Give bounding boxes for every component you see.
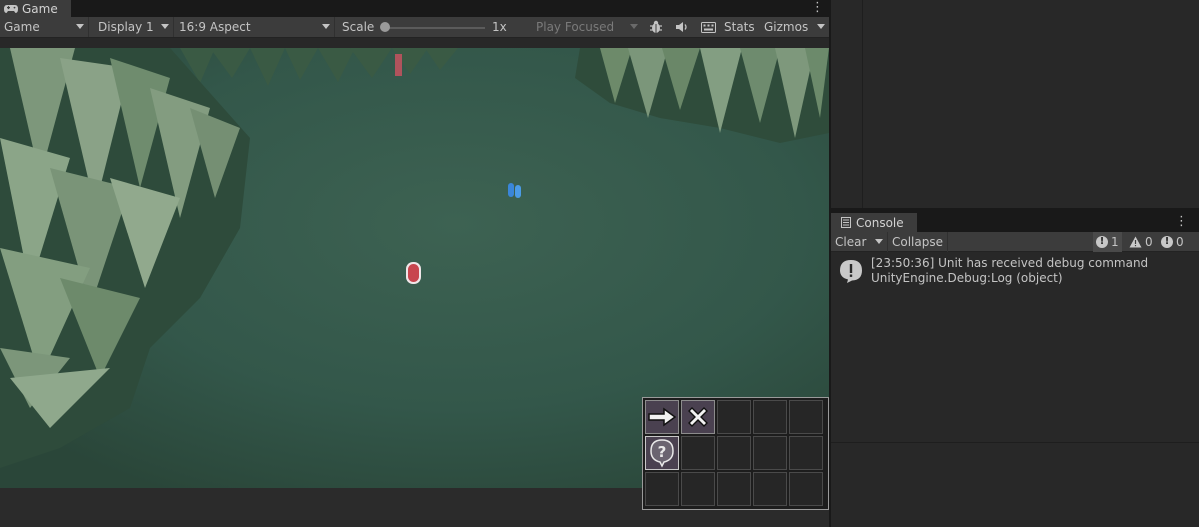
game-tab-bar: Game ⋮ — [0, 0, 829, 17]
stop-x-icon — [688, 407, 708, 427]
console-window: Console ⋮ Clear Collapse ! 1 0 ! 0 [23:5… — [831, 212, 1199, 527]
clear-button[interactable]: Clear — [835, 235, 866, 249]
inspector-body — [863, 0, 1199, 208]
scale-slider-handle[interactable] — [380, 22, 390, 32]
display-select[interactable]: Display 1 — [94, 17, 174, 37]
action-slot-empty[interactable] — [645, 472, 679, 506]
warning-icon — [1129, 236, 1142, 248]
action-slot-empty[interactable] — [789, 436, 823, 470]
action-slot-empty[interactable] — [753, 472, 787, 506]
console-log-entry[interactable]: [23:50:36] Unit has received debug comma… — [831, 253, 1199, 289]
info-speech-bubble-icon — [840, 260, 862, 283]
tab-console[interactable]: Console — [831, 213, 917, 232]
console-more-options-icon[interactable]: ⋮ — [1175, 215, 1188, 229]
frame-debugger-button[interactable] — [644, 17, 668, 37]
info-icon: ! — [1096, 236, 1108, 248]
console-toolbar: Clear Collapse ! 1 0 ! 0 — [831, 232, 1199, 252]
scale-label: Scale — [342, 20, 375, 34]
gizmos-button[interactable]: Gizmos — [761, 17, 811, 37]
action-slot-empty[interactable] — [789, 400, 823, 434]
tab-game-label: Game — [22, 1, 58, 16]
action-slot-empty[interactable] — [753, 400, 787, 434]
action-slot-empty[interactable] — [681, 472, 715, 506]
scale-value: 1x — [492, 20, 507, 34]
warning-filter-toggle[interactable]: 0 — [1126, 232, 1156, 252]
action-bar: ? — [642, 397, 829, 510]
warning-count: 0 — [1145, 235, 1153, 249]
error-filter-toggle[interactable]: ! 0 — [1158, 232, 1187, 252]
red-unit — [406, 262, 421, 284]
chevron-down-icon — [322, 24, 330, 29]
game-window: Game ⋮ Game Display 1 16:9 Aspect Scale … — [0, 0, 829, 527]
aspect-select[interactable]: 16:9 Aspect — [175, 17, 335, 37]
tab-game[interactable]: Game — [0, 0, 71, 17]
bug-icon — [650, 20, 662, 33]
gizmos-label: Gizmos — [764, 20, 809, 34]
tab-console-label: Console — [856, 215, 904, 230]
gamepad-icon — [4, 4, 18, 13]
collapse-toggle[interactable]: Collapse — [887, 232, 948, 252]
action-slot-stop[interactable] — [681, 400, 715, 434]
chevron-down-icon — [817, 24, 825, 29]
action-slot-empty[interactable] — [717, 400, 751, 434]
stats-button[interactable]: Stats — [721, 17, 758, 37]
help-question-icon: ? — [650, 439, 674, 468]
display-select-value: Display 1 — [98, 20, 154, 34]
error-icon: ! — [1161, 236, 1173, 248]
action-slot-empty[interactable] — [717, 436, 751, 470]
action-slot-empty[interactable] — [789, 472, 823, 506]
info-filter-toggle[interactable]: ! 1 — [1093, 232, 1122, 252]
shortcuts-button[interactable] — [696, 17, 720, 37]
console-tab-bar: Console ⋮ — [831, 212, 1199, 232]
action-slot-empty[interactable] — [681, 436, 715, 470]
console-detail-pane — [831, 442, 1199, 527]
gizmos-dropdown[interactable] — [811, 17, 829, 37]
log-message: [23:50:36] Unit has received debug comma… — [871, 256, 1149, 270]
game-toolbar: Game Display 1 16:9 Aspect Scale 1x Play… — [0, 17, 829, 38]
speaker-icon — [676, 22, 687, 32]
action-slot-move[interactable] — [645, 400, 679, 434]
inspector-gutter — [831, 0, 863, 208]
collapse-label: Collapse — [892, 235, 943, 249]
console-icon — [841, 217, 851, 228]
action-slot-empty[interactable] — [717, 472, 751, 506]
info-count: 1 — [1111, 235, 1119, 249]
chevron-down-icon — [630, 24, 638, 29]
chevron-down-icon — [161, 24, 169, 29]
chevron-down-icon — [76, 24, 84, 29]
action-slot-help[interactable]: ? — [645, 436, 679, 470]
clear-options-dropdown[interactable] — [874, 232, 886, 252]
mute-audio-button[interactable] — [670, 17, 694, 37]
scale-slider-track[interactable] — [382, 27, 485, 29]
view-select-value: Game — [4, 20, 40, 34]
aspect-select-value: 16:9 Aspect — [179, 20, 251, 34]
log-stacktrace: UnityEngine.Debug:Log (object) — [871, 271, 1063, 285]
play-mode-select[interactable]: Play Focused — [532, 17, 642, 37]
svg-text:?: ? — [658, 443, 667, 461]
error-count: 0 — [1176, 235, 1184, 249]
play-mode-select-value: Play Focused — [536, 20, 615, 34]
game-more-options-icon[interactable]: ⋮ — [811, 1, 824, 15]
action-slot-empty[interactable] — [753, 436, 787, 470]
move-arrow-icon — [648, 407, 677, 427]
view-select[interactable]: Game — [0, 17, 89, 37]
stats-label: Stats — [724, 20, 755, 34]
keyboard-icon — [700, 21, 716, 33]
